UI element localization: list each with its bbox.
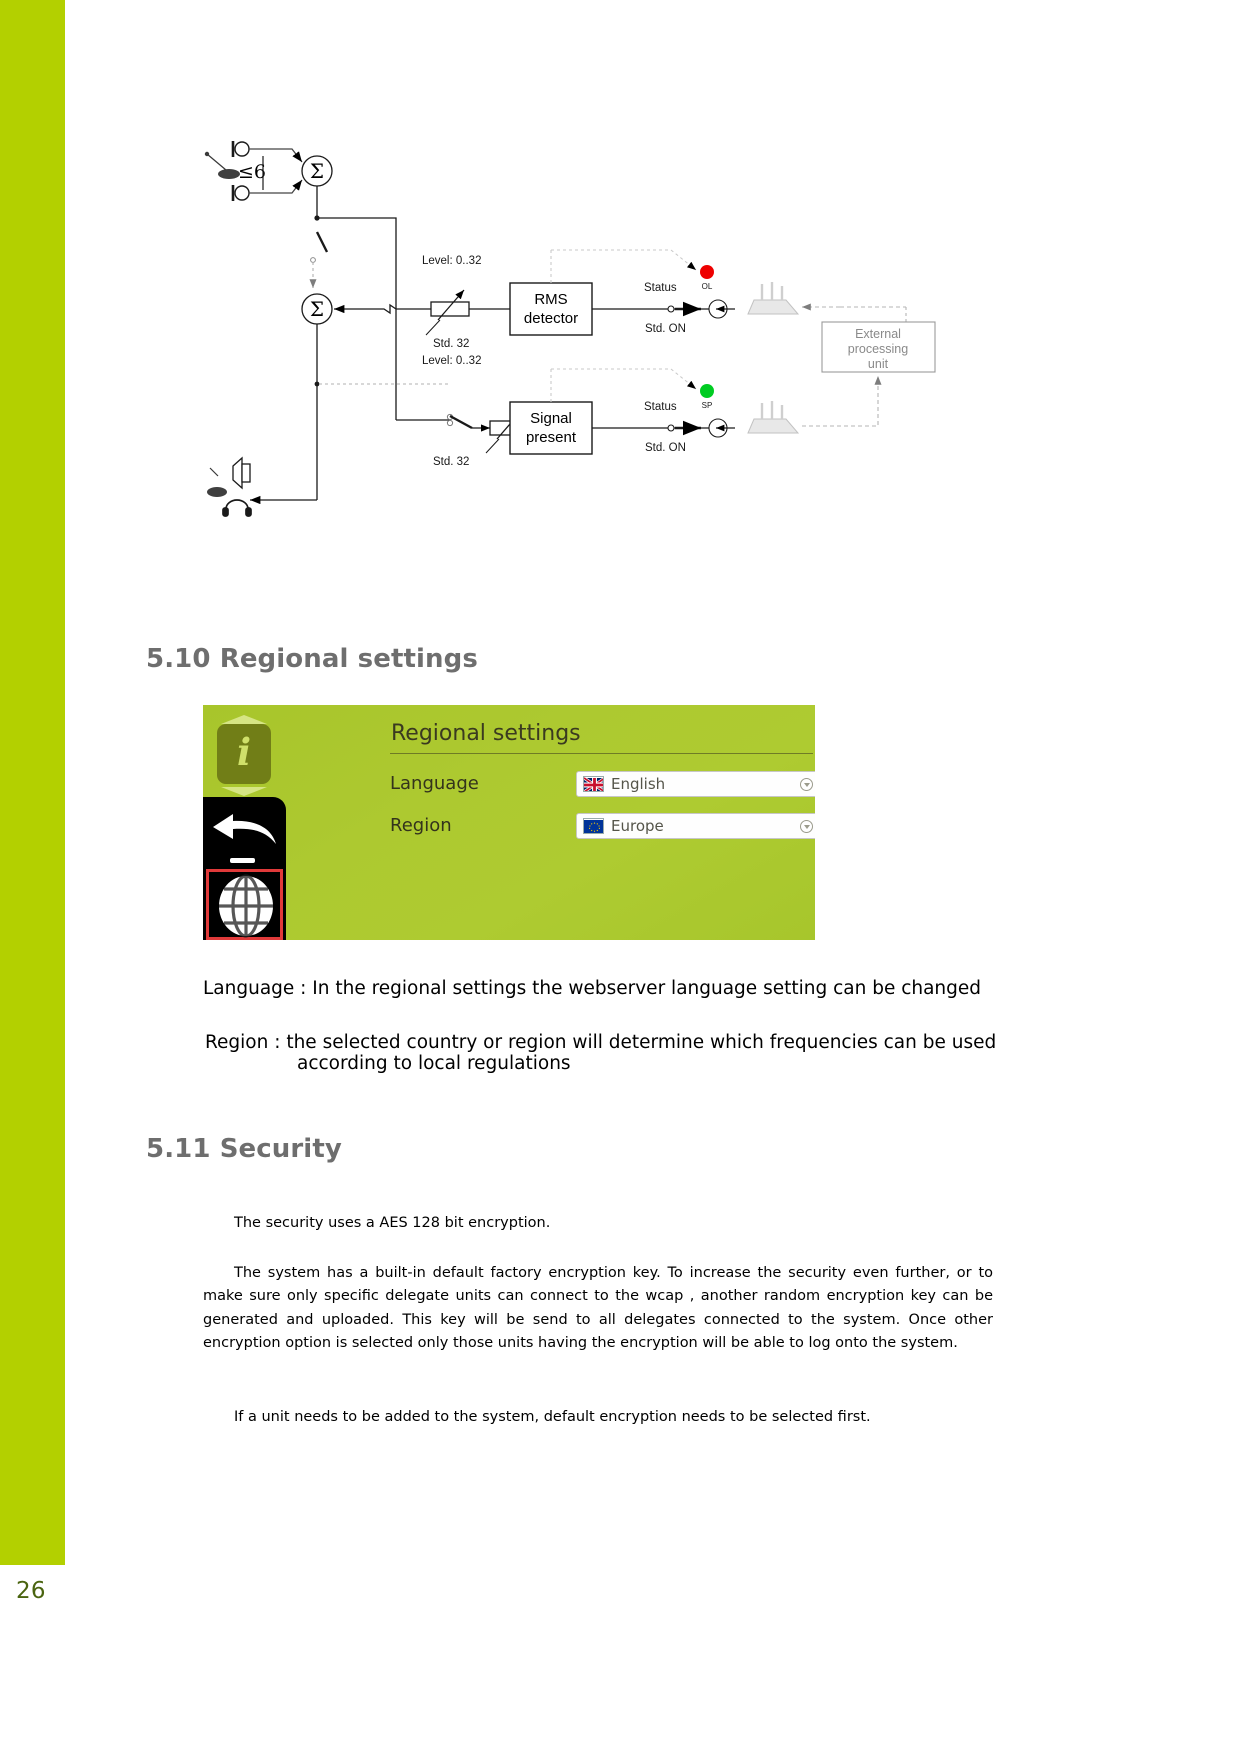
signal-present-block: Signal present xyxy=(509,401,593,455)
le6-label: ≤6 xyxy=(238,161,266,183)
ui-icon-rail xyxy=(203,797,286,940)
signal-flow-diagram: ≤6 Σ Σ Level: 0..32 Std. 32 RMS detector… xyxy=(150,120,1050,540)
svg-text:RMS: RMS xyxy=(534,291,567,308)
ui-row-language: Language English xyxy=(390,771,815,799)
std32-bottom-leader xyxy=(485,438,500,454)
info-icon: i xyxy=(236,730,252,774)
svg-text:Σ: Σ xyxy=(310,159,324,183)
language-value: English xyxy=(611,775,666,793)
mic-capsule-upper xyxy=(231,141,250,157)
output-port-top xyxy=(708,299,735,319)
back-arrow-icon[interactable] xyxy=(211,811,279,847)
chevron-down-icon[interactable] xyxy=(800,820,813,833)
section-heading-security: 5.11 Security xyxy=(146,1134,342,1164)
switch-lower xyxy=(446,413,473,430)
std-on-label-top: Std. ON xyxy=(645,323,686,335)
access-point-icon-top xyxy=(747,282,800,315)
led-sp-indicator xyxy=(700,384,714,398)
rms-detector-block: RMS detector xyxy=(509,282,593,336)
potentiometer-top xyxy=(430,289,470,321)
rail-divider xyxy=(230,858,255,863)
speaker-icon xyxy=(207,456,251,497)
ui-content-pane: Regional settings Language English Regio… xyxy=(286,705,815,940)
svg-text:processing: processing xyxy=(848,342,908,356)
paragraph-security-2: The system has a built-in default factor… xyxy=(203,1265,993,1352)
branch-to-detector-bus xyxy=(317,217,397,280)
mic-capsule-lower xyxy=(231,185,250,201)
paragraph-security-3: If a unit needs to be added to the syste… xyxy=(234,1409,871,1425)
paragraph-region-line1: Region : the selected country or region … xyxy=(205,1032,997,1053)
access-point-icon-bottom xyxy=(747,401,800,434)
svg-text:Σ: Σ xyxy=(310,297,324,321)
rms-status-dash-to-led xyxy=(551,249,697,271)
document-page: 26 ≤6 Σ Σ Level: 0..32 Std. 32 RMS detec… xyxy=(0,0,1241,1754)
svg-text:Signal: Signal xyxy=(530,410,572,427)
ap-bottom-dashed-link xyxy=(802,376,882,427)
chevron-up-icon[interactable] xyxy=(221,715,267,724)
globe-icon xyxy=(219,874,273,938)
chevron-down-icon[interactable] xyxy=(800,778,813,791)
headphone-icon xyxy=(222,499,252,517)
status-label-bottom: Status xyxy=(644,401,677,413)
paragraph-language: Language : In the regional settings the … xyxy=(203,978,982,999)
switch-upper xyxy=(310,231,329,263)
globe-button[interactable] xyxy=(206,869,283,940)
paragraph-region-line2: according to local regulations xyxy=(297,1053,571,1074)
svg-text:External: External xyxy=(855,327,901,341)
paragraph-region: Region : the selected country or region … xyxy=(205,1032,1085,1074)
status-label-top: Status xyxy=(644,282,677,294)
language-select[interactable]: English xyxy=(576,771,815,797)
junction-dot-2 xyxy=(314,381,320,387)
eu-flag-icon xyxy=(583,818,604,834)
std-label-top: Std. 32 xyxy=(433,338,469,350)
svg-text:unit: unit xyxy=(868,357,889,371)
summing-node-1: Σ xyxy=(301,155,333,187)
sp-status-dash-to-led xyxy=(551,368,697,390)
std-on-switch-bottom xyxy=(667,420,701,436)
ui-row-region: Region Europe xyxy=(390,813,815,841)
svg-text:present: present xyxy=(526,429,577,446)
page-number: 26 xyxy=(16,1578,46,1604)
regional-settings-screenshot: i Regional settings Language English Reg… xyxy=(203,705,815,940)
summing-node-2: Σ xyxy=(301,293,333,325)
std-on-switch-top xyxy=(667,301,701,317)
region-label: Region xyxy=(390,815,452,836)
left-green-band xyxy=(0,0,65,1565)
external-processing-unit-box: External processing unit xyxy=(821,321,936,373)
led-ol-indicator xyxy=(700,265,714,279)
ui-left-column: i xyxy=(203,705,286,940)
microphone-icon-top xyxy=(204,151,240,179)
ui-panel-title: Regional settings xyxy=(391,721,581,746)
region-select[interactable]: Europe xyxy=(576,813,815,839)
paragraph-security-1: The security uses a AES 128 bit encrypti… xyxy=(234,1215,551,1231)
level-label-bottom: Level: 0..32 xyxy=(422,355,481,367)
section-heading-regional: 5.10 Regional settings xyxy=(146,644,478,674)
output-port-bottom xyxy=(708,418,735,438)
node2-input-line xyxy=(334,303,397,315)
info-button[interactable]: i xyxy=(217,724,271,784)
ui-title-underline xyxy=(390,753,813,754)
led-sp-label: SP xyxy=(702,401,713,410)
region-value: Europe xyxy=(611,817,664,835)
level-label-top: Level: 0..32 xyxy=(422,255,481,267)
std-label-bottom: Std. 32 xyxy=(433,456,469,468)
uk-flag-icon xyxy=(583,776,604,792)
std-on-label-bottom: Std. ON xyxy=(645,442,686,454)
svg-text:detector: detector xyxy=(524,310,578,327)
language-label: Language xyxy=(390,773,479,794)
std32-top-leader xyxy=(425,319,441,336)
led-ol-label: OL xyxy=(702,282,713,291)
chevron-down-icon[interactable] xyxy=(221,787,267,796)
